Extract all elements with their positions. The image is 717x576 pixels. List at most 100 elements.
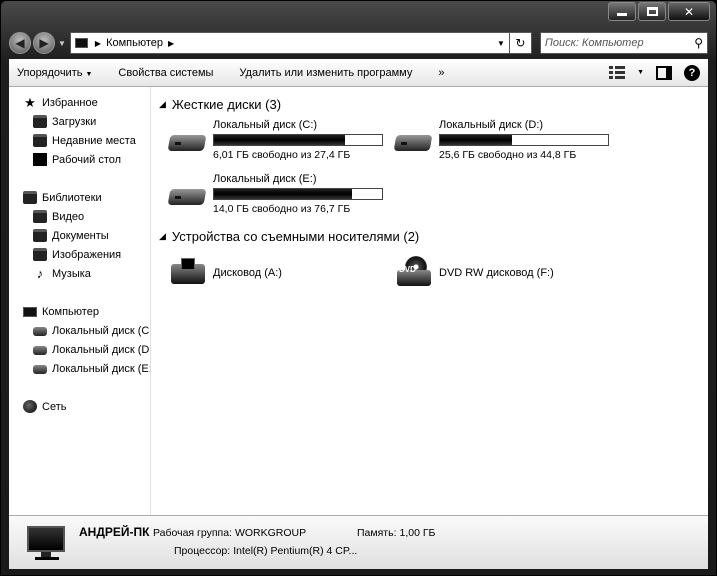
usage-bar-fill [440, 135, 513, 145]
change-view-icon[interactable] [609, 65, 626, 80]
breadcrumb-arrow-icon[interactable]: ▶ [168, 39, 174, 48]
refresh-button[interactable]: ↻ [509, 32, 532, 54]
sidebar-item-label: Сеть [42, 400, 67, 413]
drive-item-c[interactable]: Локальный диск (C:) 6,01 ГБ свободно из … [167, 113, 393, 167]
breadcrumb-computer[interactable]: Компьютер [106, 37, 163, 49]
workgroup-info: Рабочая группа: WORKGROUP [153, 527, 306, 539]
hard-drives-grid: Локальный диск (C:) 6,01 ГБ свободно из … [159, 113, 708, 221]
workgroup-value: WORKGROUP [234, 527, 307, 539]
video-library-icon [33, 210, 47, 223]
breadcrumb-arrow-icon[interactable]: ▶ [95, 39, 101, 48]
explorer-window: ✕ ◀ ▶ ▼ ▶ Компьютер ▶ ▼ ↻ Поиск: Компьют… [0, 0, 717, 576]
organize-label: Упорядочить [17, 66, 83, 79]
maximize-icon [646, 7, 658, 16]
processor-info: Процессор: Intel(R) Pentium(R) 4 CP... [174, 545, 357, 557]
refresh-icon: ↻ [515, 36, 526, 50]
organize-button[interactable]: Упорядочить ▼ [17, 67, 92, 79]
documents-library-icon [33, 229, 47, 242]
music-note-icon: ♪ [36, 266, 44, 281]
drive-name: Дисковод (A:) [213, 267, 282, 279]
memory-value: 1,00 ГБ [399, 527, 436, 539]
computer-icon [23, 306, 37, 317]
drive-item-f[interactable]: DVD DVD RW дисковод (F:) [393, 253, 619, 293]
group-heading: Устройства со съемными носителями (2) [171, 228, 420, 244]
sidebar-item-computer[interactable]: Компьютер [9, 302, 150, 321]
sidebar-item-label: Видео [52, 210, 85, 223]
sidebar-item-label: Компьютер [42, 305, 99, 318]
drive-item-d[interactable]: Локальный диск (D:) 25,6 ГБ свободно из … [393, 113, 619, 167]
sidebar-item-label: Избранное [42, 96, 98, 109]
drive-free-space: 25,6 ГБ свободно из 44,8 ГБ [439, 149, 577, 161]
help-icon[interactable]: ? [684, 64, 700, 81]
forward-button[interactable]: ▶ [33, 32, 55, 54]
collapse-triangle-icon[interactable]: ◢ [159, 99, 166, 110]
details-pane: АНДРЕЙ-ПК Рабочая группа: WORKGROUP Памят… [9, 515, 708, 569]
sidebar-item-favorites[interactable]: ★ Избранное [9, 93, 150, 112]
usage-bar [213, 134, 383, 146]
network-globe-icon [23, 400, 37, 413]
memory-info: Память: 1,00 ГБ [357, 527, 435, 539]
address-bar[interactable]: ▶ Компьютер ▶ ▼ [69, 32, 510, 54]
hard-drives-group-header[interactable]: ◢ Жесткие диски (3) [159, 95, 708, 113]
drive-name: Локальный диск (E:) [213, 173, 317, 185]
star-icon: ★ [24, 95, 36, 110]
content-area: ★ Избранное Загрузки Недавние места Рабоч… [9, 87, 708, 515]
drive-item-a[interactable]: Дисковод (A:) [167, 253, 393, 293]
search-icon[interactable]: ⚲ [694, 36, 703, 50]
preview-pane-icon[interactable] [656, 65, 672, 80]
uninstall-program-button[interactable]: Удалить или изменить программу [239, 67, 412, 79]
sidebar-item-drive-e[interactable]: Локальный диск (E:) [9, 359, 150, 378]
memory-label: Память: [357, 527, 397, 539]
sidebar-item-desktop[interactable]: Рабочий стол [9, 150, 150, 169]
removable-group-header[interactable]: ◢ Устройства со съемными носителями (2) [159, 227, 708, 245]
system-properties-button[interactable]: Свойства системы [118, 67, 213, 79]
recent-pages-dropdown[interactable]: ▼ [58, 39, 66, 48]
computer-name: АНДРЕЙ-ПК [79, 525, 150, 539]
sidebar-item-label: Документы [52, 229, 109, 242]
back-arrow-icon: ◀ [15, 36, 25, 50]
sidebar-item-label: Загрузки [52, 115, 97, 128]
maximize-button[interactable] [638, 2, 666, 21]
hard-disk-icon [33, 365, 47, 374]
search-placeholder: Поиск: Компьютер [544, 37, 644, 49]
sidebar-item-libraries[interactable]: Библиотеки [9, 188, 150, 207]
usage-bar-fill [214, 135, 346, 145]
address-dropdown-icon[interactable]: ▼ [497, 39, 505, 48]
navigation-pane[interactable]: ★ Избранное Загрузки Недавние места Рабоч… [9, 87, 151, 515]
desktop-icon [33, 153, 47, 166]
sidebar-item-video[interactable]: Видео [9, 207, 150, 226]
sidebar-item-label: Библиотеки [42, 191, 102, 204]
computer-monitor-icon [27, 526, 71, 562]
sidebar-item-drive-c[interactable]: Локальный диск (C: [9, 321, 150, 340]
pictures-library-icon [33, 248, 47, 261]
sidebar-item-label: Локальный диск (E:) [52, 362, 150, 375]
sidebar-item-label: Изображения [52, 248, 122, 261]
sidebar-item-downloads[interactable]: Загрузки [9, 112, 150, 131]
hard-disk-icon [33, 327, 47, 336]
minimize-icon [617, 13, 627, 16]
minimize-button[interactable] [608, 2, 636, 21]
sidebar-item-documents[interactable]: Документы [9, 226, 150, 245]
sidebar-item-network[interactable]: Сеть [9, 397, 150, 416]
sidebar-item-drive-d[interactable]: Локальный диск (D: [9, 340, 150, 359]
usage-bar-fill [214, 189, 352, 199]
collapse-triangle-icon[interactable]: ◢ [159, 231, 166, 242]
view-dropdown-icon[interactable]: ▼ [637, 69, 644, 76]
sidebar-item-pictures[interactable]: Изображения [9, 245, 150, 264]
drive-name: Локальный диск (D:) [439, 119, 544, 131]
drive-item-e[interactable]: Локальный диск (E:) 14,0 ГБ свободно из … [167, 167, 393, 221]
caption-buttons: ✕ [608, 2, 710, 21]
command-bar: Упорядочить ▼ Свойства системы Удалить ил… [9, 59, 708, 87]
sidebar-item-music[interactable]: ♪ Музыка [9, 264, 150, 283]
usage-bar [213, 188, 383, 200]
more-commands-button[interactable]: » [438, 67, 444, 79]
sidebar-item-recent-places[interactable]: Недавние места [9, 131, 150, 150]
removable-grid: Дисковод (A:) DVD DVD RW дисковод (F:) [159, 253, 708, 293]
dvd-drive-icon: DVD [393, 256, 435, 290]
back-button[interactable]: ◀ [9, 32, 31, 54]
search-input[interactable]: Поиск: Компьютер ⚲ [539, 32, 708, 54]
hard-disk-icon [167, 129, 207, 155]
sidebar-item-label: Локальный диск (C: [52, 324, 150, 337]
close-button[interactable]: ✕ [668, 2, 710, 21]
hard-disk-icon [393, 129, 433, 155]
